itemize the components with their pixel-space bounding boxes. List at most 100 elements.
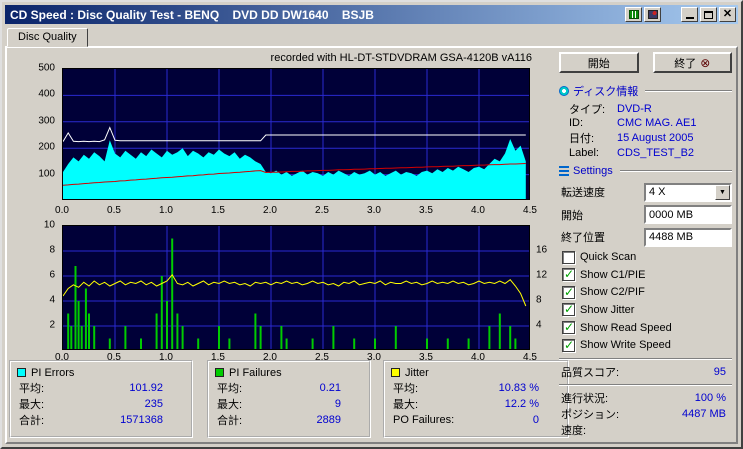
speed-status-label: 速度: [561,424,587,437]
disc-label-value: CDS_TEST_B2 [617,146,695,159]
disc-date-label: 日付: [569,133,595,146]
quality-score-value: 95 [713,365,726,378]
recorded-with-text: recorded with HL-DT-STDVDRAM GSA-4120B v… [270,52,532,64]
speed-row: 転送速度 4 X ▼ [559,182,732,202]
action-buttons: 開始 終了 ⊗ [559,52,732,73]
checkbox-show-jitter[interactable]: Show Jitter [562,302,732,318]
start-position-input[interactable] [644,205,732,225]
stat-value: 12.2 % [504,398,539,410]
tab-disc-quality[interactable]: Disc Quality [7,28,88,47]
speed-value: 4 X [649,186,666,199]
disc-label-row: Label: CDS_TEST_B2 [559,146,732,161]
checkbox-box[interactable] [562,302,575,317]
disc-type-label: タイプ: [569,103,606,116]
disc-info-header: ディスク情報 [559,83,732,98]
stat-value: 10.83 % [498,382,539,394]
checkbox-show-c1-pie[interactable]: Show C1/PIE [562,267,732,283]
speed-select[interactable]: 4 X ▼ [644,182,732,202]
checkbox-show-read-speed[interactable]: Show Read Speed [562,320,732,336]
checkbox-label: Show Jitter [580,303,635,316]
titlebar-buttons: ✕ [625,7,736,22]
pi-failures-legend-swatch [215,368,224,377]
start-position-row: 開始 [559,204,732,225]
stat-row: 最大: 12.2 % [391,396,561,412]
disc-label-label: Label: [569,146,599,159]
exit-button-label: 終了 [674,57,697,70]
quality-score-row: 品質スコア: 95 [559,364,732,380]
stat-value: 0.21 [319,382,341,394]
stat-value: 101.92 [129,382,163,394]
position-label: ポジション: [561,408,620,421]
stat-label: 合計: [19,415,45,427]
stat-row: 最大: 9 [215,396,363,412]
settings-title: Settings [573,164,613,177]
settings-icon [559,165,569,176]
maximize-icon [704,10,713,19]
quality-score-label: 品質スコア: [561,366,620,379]
disc-id-row: ID: CMC MAG. AE1 [559,116,732,131]
disc-quality-page: recorded with HL-DT-STDVDRAM GSA-4120B v… [5,46,738,444]
graph-icon [628,10,639,19]
checkbox-show-write-speed[interactable]: Show Write Speed [562,337,732,353]
checkbox-box[interactable] [562,285,575,299]
close-button[interactable]: ✕ [719,7,736,22]
checkbox-quick-scan[interactable]: Quick Scan [562,249,732,265]
stat-label: 平均: [217,383,243,395]
checkbox-label: Quick Scan [580,251,637,264]
pi-failures-legend-label: PI Failures [229,366,282,379]
stat-label: 最大: [393,399,419,411]
pi-failures-stats-panel: PI Failures 平均: 0.21 最大: 9 合計: 2889 [207,360,371,438]
control-panel: 開始 終了 ⊗ ディスク情報 タイプ: DVD-R ID: CMC MAG. AE1 … [559,52,732,438]
checkbox-box[interactable] [562,267,575,282]
jitter-legend-swatch [391,368,400,377]
chevron-down-icon: ▼ [719,188,726,196]
title-bar[interactable]: CD Speed : Disc Quality Test - BENQ DVD … [5,5,738,24]
pi-failures-y-axis: 10 8 6 4 2 [43,219,55,331]
stat-row: 最大: 235 [17,396,185,412]
end-position-row: 終了位置 [559,227,732,247]
dropdown-button[interactable]: ▼ [715,184,730,200]
position-row: ポジション: 4487 MB [559,406,732,422]
jitter-stats-panel: Jitter 平均: 10.83 % 最大: 12.2 % PO Failures:… [383,360,569,438]
stat-row: 合計: 2889 [215,412,363,428]
checkbox-show-c2-pif[interactable]: Show C2/PIF [562,285,732,301]
disc-date-value: 15 August 2005 [617,132,694,145]
minimize-button[interactable] [681,7,698,22]
disc-icon-button[interactable] [644,7,661,22]
stat-value: 9 [334,398,341,410]
client-area: Disc Quality recorded with HL-DT-STDVDRA… [5,28,738,444]
divider [645,89,732,92]
pi-errors-x-axis: 0.0 0.5 1.0 1.5 2.0 2.5 3.0 3.5 4.0 4.5 [55,205,537,216]
legend-row: Jitter [391,365,561,380]
stat-label: 平均: [19,383,45,395]
pi-failures-jitter-chart [62,225,530,350]
jitter-y-axis: 16 12 8 4 [536,244,548,331]
stat-row: 合計: 1571368 [17,412,185,428]
checkbox-label: Show C1/PIE [580,268,646,281]
checkbox-box[interactable] [562,250,575,264]
end-position-input[interactable] [644,227,732,247]
graph-icon-button[interactable] [625,7,642,22]
start-button[interactable]: 開始 [559,52,639,73]
stat-label: 合計: [217,415,243,427]
stat-value: 2889 [316,414,341,426]
speed-status-row: 速度: [559,422,732,438]
disc-info-title: ディスク情報 [573,85,639,98]
checkbox-box[interactable] [562,338,575,352]
start-button-label: 開始 [587,57,610,70]
exit-icon: ⊗ [700,55,711,70]
window-title: CD Speed : Disc Quality Test - BENQ DVD … [10,7,374,22]
stat-value: 235 [144,398,163,410]
stat-row: 平均: 10.83 % [391,380,561,396]
maximize-button[interactable] [700,7,717,22]
divider [559,357,732,360]
progress-row: 進行状況: 100 % [559,390,732,406]
stat-label: 最大: [19,399,45,411]
stat-row: 平均: 0.21 [215,380,363,396]
pi-errors-y-axis: 500 400 300 200 100 [38,62,55,180]
checkbox-label: Show Write Speed [580,339,671,352]
close-icon: ✕ [722,8,733,20]
checkbox-box[interactable] [562,320,575,335]
exit-button[interactable]: 終了 ⊗ [652,52,732,73]
disc-id-label: ID: [569,117,584,130]
